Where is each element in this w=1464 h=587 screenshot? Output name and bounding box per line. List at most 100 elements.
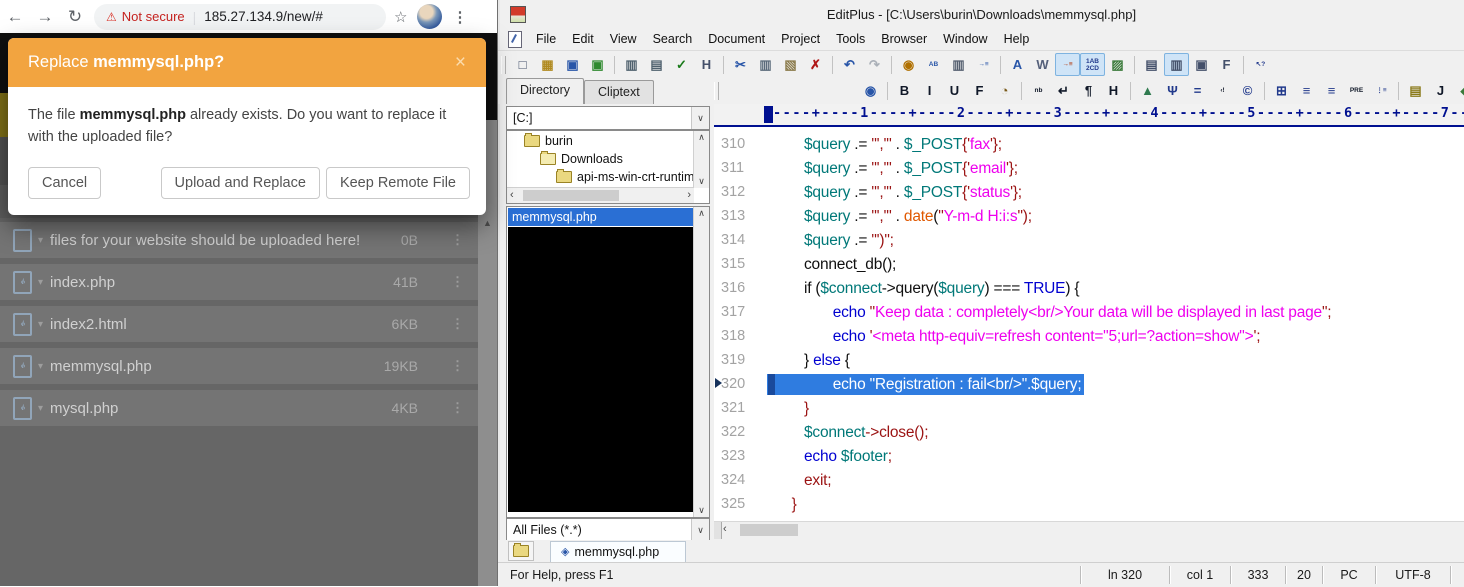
- document-menu-icon[interactable]: [508, 31, 522, 48]
- file-row[interactable]: ‹/›▾mysql.php4KB⋮: [0, 390, 478, 426]
- bookmark-star-icon[interactable]: ☆: [394, 8, 407, 26]
- tree-item-downloads[interactable]: Downloads: [508, 150, 693, 168]
- font-tag-icon[interactable]: F: [967, 79, 992, 102]
- file-row[interactable]: ▾files for your website should be upload…: [0, 222, 478, 258]
- word-wrap-icon[interactable]: →≡: [1055, 53, 1080, 76]
- object-tag-icon[interactable]: ◆: [1453, 79, 1464, 102]
- code-horizontal-scrollbar[interactable]: ‹: [714, 521, 1464, 539]
- close-icon[interactable]: ×: [455, 52, 466, 74]
- paste-icon[interactable]: ▧: [778, 53, 803, 76]
- upload-and-replace-button[interactable]: Upload and Replace: [161, 167, 320, 199]
- directory-tree[interactable]: burinDownloadsapi-ms-win-crt-runtim ∧ ∨ …: [506, 130, 710, 204]
- context-help-icon[interactable]: ↖?: [1248, 53, 1273, 76]
- nbsp-tag-icon[interactable]: nb: [1026, 79, 1051, 102]
- scrollbar-thumb[interactable]: [740, 524, 798, 536]
- menu-project[interactable]: Project: [773, 29, 828, 49]
- comment-tag-icon[interactable]: ‹!: [1210, 79, 1235, 102]
- splitter-handle[interactable]: [714, 522, 722, 539]
- cliptext-panel-icon[interactable]: ▤: [1139, 53, 1164, 76]
- redo-icon[interactable]: ↷: [862, 53, 887, 76]
- underline-tag-icon[interactable]: U: [942, 79, 967, 102]
- scroll-down-icon[interactable]: ∨: [694, 505, 709, 516]
- row-menu-icon[interactable]: ⋮: [451, 274, 464, 290]
- tree-item-api-ms-win-crt-runtim[interactable]: api-ms-win-crt-runtim: [508, 168, 693, 186]
- chevron-down-icon[interactable]: ▾: [38, 361, 43, 372]
- chevron-down-icon[interactable]: ▾: [38, 235, 43, 246]
- word-count-icon[interactable]: W: [1030, 53, 1055, 76]
- list-tag-icon[interactable]: ⋮≡: [1369, 79, 1394, 102]
- row-menu-icon[interactable]: ⋮: [451, 232, 464, 248]
- table-tag-icon[interactable]: ⊞: [1269, 79, 1294, 102]
- pre-tag-icon[interactable]: PRE: [1344, 79, 1369, 102]
- function-list-icon[interactable]: F: [1214, 53, 1239, 76]
- keep-remote-file-button[interactable]: Keep Remote File: [326, 167, 470, 199]
- scroll-down-icon[interactable]: ∨: [694, 176, 709, 187]
- file-row[interactable]: ‹/›▾index2.html6KB⋮: [0, 306, 478, 342]
- heading-tag-icon[interactable]: H: [1101, 79, 1126, 102]
- align-right-tag-icon[interactable]: ≡: [1319, 79, 1344, 102]
- menu-document[interactable]: Document: [700, 29, 773, 49]
- chevron-down-icon[interactable]: ▾: [38, 403, 43, 414]
- scroll-up-icon[interactable]: ▲: [478, 218, 497, 228]
- menu-edit[interactable]: Edit: [564, 29, 602, 49]
- tree-item-burin[interactable]: burin: [508, 132, 693, 150]
- menu-file[interactable]: File: [528, 29, 564, 49]
- browser-menu-icon[interactable]: ⋮: [452, 8, 467, 26]
- output-panel-icon[interactable]: ▣: [1189, 53, 1214, 76]
- font-icon[interactable]: A: [1005, 53, 1030, 76]
- timestamp-icon[interactable]: ◔: [992, 79, 1017, 102]
- special-char-icon[interactable]: ©: [1235, 79, 1260, 102]
- cancel-button[interactable]: Cancel: [28, 167, 101, 199]
- toolbar-grip[interactable]: [714, 82, 719, 100]
- url-text[interactable]: 185.27.134.9/new/#: [204, 9, 323, 24]
- menu-tools[interactable]: Tools: [828, 29, 873, 49]
- chevron-down-icon[interactable]: ∨: [691, 107, 709, 129]
- center-tag-icon[interactable]: ≡: [1294, 79, 1319, 102]
- not-secure-label[interactable]: Not secure: [122, 9, 185, 24]
- chevron-down-icon[interactable]: ▾: [38, 277, 43, 288]
- row-menu-icon[interactable]: ⋮: [451, 400, 464, 416]
- print-preview-icon[interactable]: ▥: [619, 53, 644, 76]
- delete-icon[interactable]: ✗: [803, 53, 828, 76]
- selected-file-item[interactable]: memmysql.php: [508, 208, 693, 226]
- syntax-marker-icon[interactable]: ▨: [1105, 53, 1130, 76]
- back-icon[interactable]: ←: [0, 7, 30, 27]
- file-row[interactable]: ‹/›▾index.php41B⋮: [0, 264, 478, 300]
- print-icon[interactable]: ▤: [644, 53, 669, 76]
- anchor-tag-icon[interactable]: Ψ: [1160, 79, 1185, 102]
- bold-tag-icon[interactable]: B: [892, 79, 917, 102]
- row-menu-icon[interactable]: ⋮: [451, 358, 464, 374]
- code-editor[interactable]: ----+----1----+----2----+----3----+----4…: [714, 104, 1464, 521]
- javascript-icon[interactable]: J: [1428, 79, 1453, 102]
- filelist-vertical-scrollbar[interactable]: ∧ ∨: [693, 207, 709, 517]
- scroll-right-icon[interactable]: ›: [687, 188, 691, 202]
- menu-window[interactable]: Window: [935, 29, 995, 49]
- p-tag-icon[interactable]: ¶: [1076, 79, 1101, 102]
- chevron-down-icon[interactable]: ▾: [38, 319, 43, 330]
- cut-icon[interactable]: ✂: [728, 53, 753, 76]
- italic-tag-icon[interactable]: I: [917, 79, 942, 102]
- scroll-left-icon[interactable]: ‹: [723, 522, 727, 536]
- file-row[interactable]: ‹/›▾memmysql.php19KB⋮: [0, 348, 478, 384]
- chevron-down-icon[interactable]: ∨: [691, 519, 709, 541]
- html-document-icon[interactable]: H: [694, 53, 719, 76]
- spell-check-icon[interactable]: ✓: [669, 53, 694, 76]
- save-all-icon[interactable]: ▣: [585, 53, 610, 76]
- folder-button[interactable]: [508, 541, 534, 561]
- menu-search[interactable]: Search: [645, 29, 701, 49]
- drive-select[interactable]: [C:] ∨: [506, 106, 710, 130]
- forward-icon[interactable]: →: [30, 7, 60, 27]
- scroll-left-icon[interactable]: ‹: [510, 188, 514, 202]
- save-icon[interactable]: ▣: [560, 53, 585, 76]
- open-file-icon[interactable]: ▦: [535, 53, 560, 76]
- tree-horizontal-scrollbar[interactable]: ‹ ›: [507, 187, 694, 203]
- directory-panel-icon[interactable]: ▥: [1164, 53, 1189, 76]
- br-tag-icon[interactable]: ↵: [1051, 79, 1076, 102]
- row-menu-icon[interactable]: ⋮: [451, 316, 464, 332]
- panel-tab-directory[interactable]: Directory: [506, 78, 584, 104]
- scroll-up-icon[interactable]: ∧: [694, 208, 709, 219]
- new-document-icon[interactable]: □: [510, 53, 535, 76]
- menu-help[interactable]: Help: [996, 29, 1038, 49]
- scroll-up-icon[interactable]: ∧: [694, 132, 709, 143]
- file-filter-select[interactable]: All Files (*.*) ∨: [506, 518, 710, 542]
